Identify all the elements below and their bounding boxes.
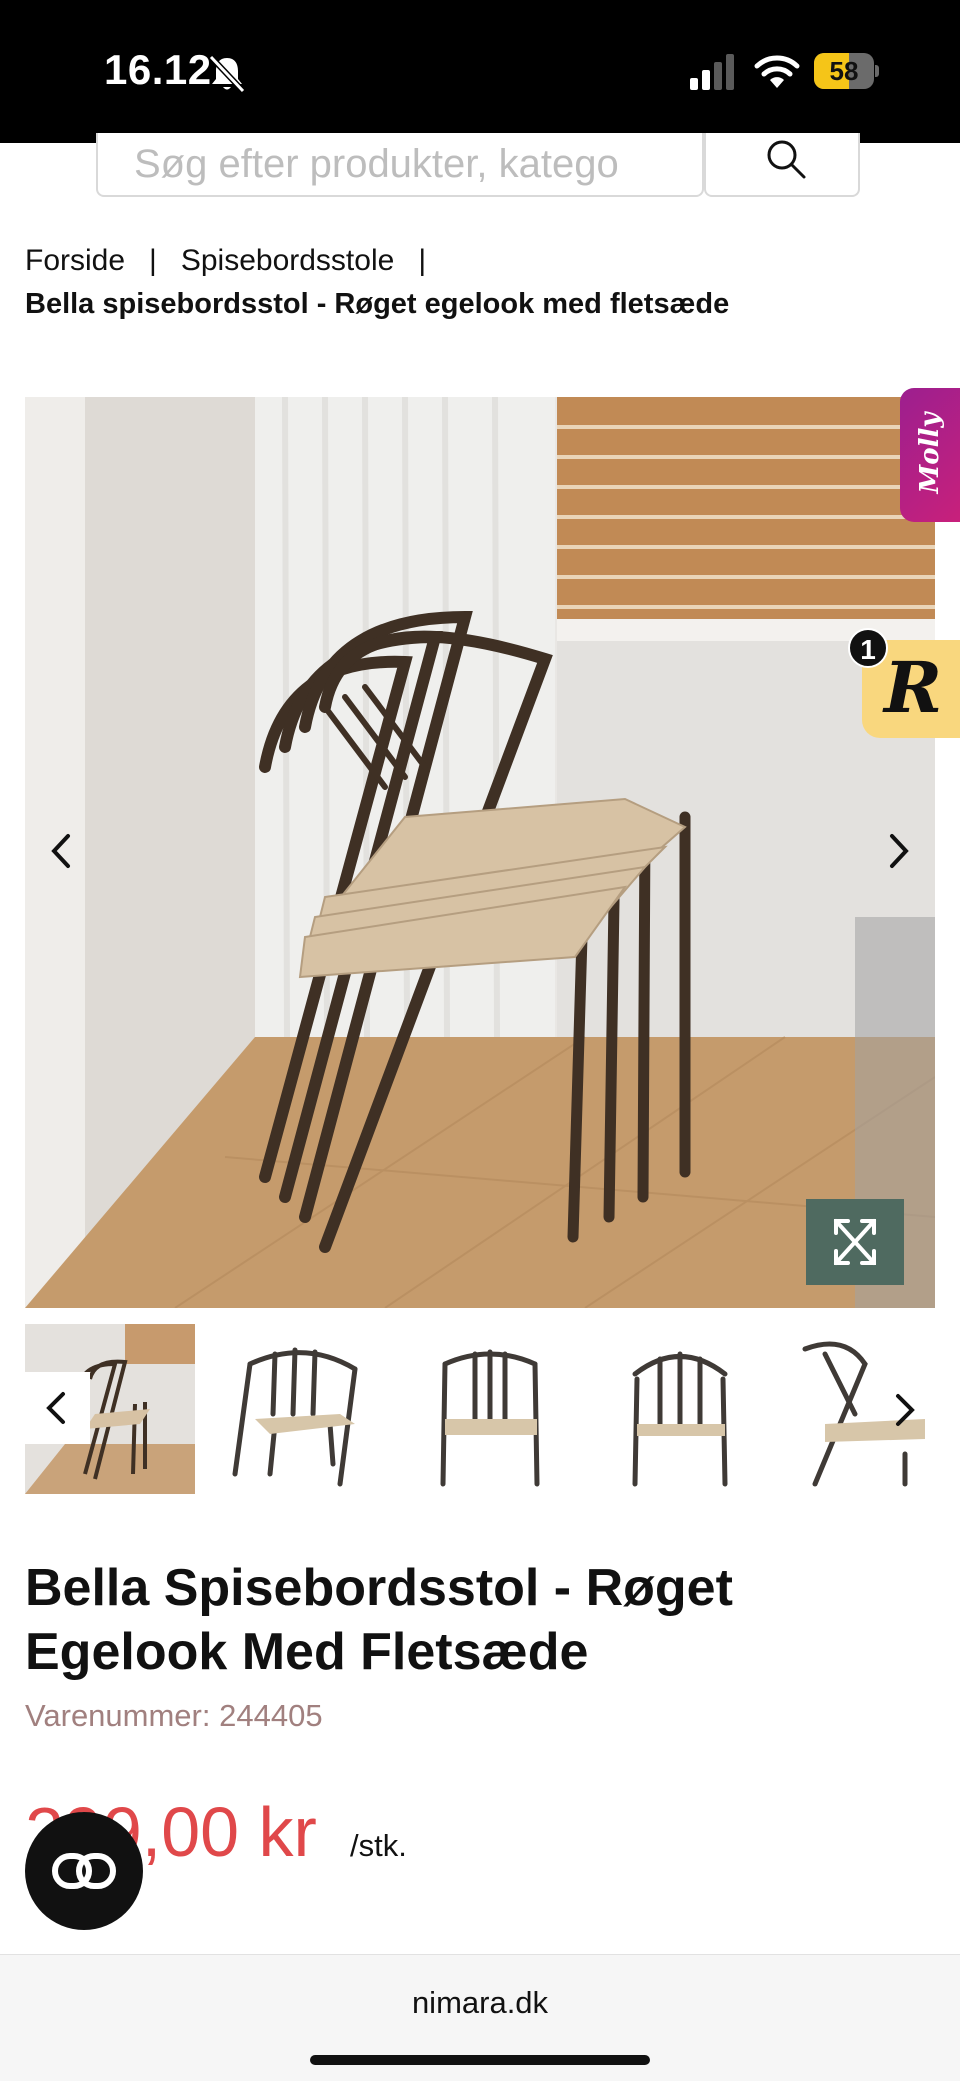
breadcrumb-separator: | (149, 244, 157, 277)
product-title: Bella Spisebordsstol - Røget Egelook Med… (25, 1556, 925, 1684)
home-indicator[interactable] (310, 2055, 650, 2065)
bell-slash-icon (208, 54, 246, 94)
molly-chat-tab[interactable]: Molly (900, 388, 960, 522)
thumbnails-prev-button[interactable] (25, 1372, 90, 1444)
breadcrumb-home[interactable]: Forside (25, 244, 125, 278)
breadcrumb-category[interactable]: Spisebordsstole (181, 244, 394, 278)
status-time: 16.12 (104, 46, 212, 93)
chairs-photo (25, 397, 935, 1308)
chat-button[interactable] (25, 1812, 143, 1930)
expand-icon (834, 1219, 876, 1265)
status-bar: 16.12 58 (0, 0, 960, 143)
price-unit: /stk. (350, 1828, 407, 1863)
product-main-image[interactable] (25, 397, 935, 1308)
thumbnail-3[interactable] (405, 1324, 575, 1494)
thumbnail-strip (25, 1324, 935, 1494)
product-title-line-1: Bella Spisebordsstol - Røget (25, 1559, 733, 1617)
search-button[interactable] (704, 133, 860, 197)
thumbnails-next-button[interactable] (880, 1380, 930, 1440)
gallery-next-icon[interactable] (874, 826, 924, 876)
sku-value: 244405 (219, 1698, 323, 1733)
thumbnail-4[interactable] (595, 1324, 765, 1494)
reward-count-badge: 1 (848, 628, 888, 668)
browser-url[interactable]: nimara.dk (0, 1985, 960, 2021)
expand-image-button[interactable] (806, 1199, 904, 1285)
chevron-right-icon (896, 1394, 915, 1426)
search-icon (767, 140, 806, 179)
chevron-left-icon (46, 1392, 65, 1424)
gallery-prev-icon[interactable] (36, 826, 86, 876)
breadcrumb: Forside | Spisebordsstole | (25, 244, 450, 278)
search-bar (96, 133, 864, 197)
wifi-icon (754, 55, 800, 88)
product-sku: Varenummer: 244405 (25, 1698, 323, 1734)
breadcrumb-separator: | (418, 244, 427, 277)
battery-icon: 58 (814, 53, 879, 89)
browser-bottom-bar: nimara.dk (0, 1954, 960, 2081)
signal-icon (690, 54, 734, 90)
breadcrumb-current: Bella spisebordsstol - Røget egelook med… (25, 288, 730, 320)
molly-label: Molly (915, 412, 945, 494)
battery-level: 58 (829, 56, 859, 86)
product-title-line-2: Egelook Med Fletsæde (25, 1623, 589, 1681)
reward-logo: R (884, 646, 943, 729)
chat-icon (52, 1853, 116, 1889)
sku-label: Varenummer: (25, 1698, 211, 1733)
thumbnail-2[interactable] (215, 1324, 385, 1494)
search-input[interactable] (96, 133, 704, 197)
